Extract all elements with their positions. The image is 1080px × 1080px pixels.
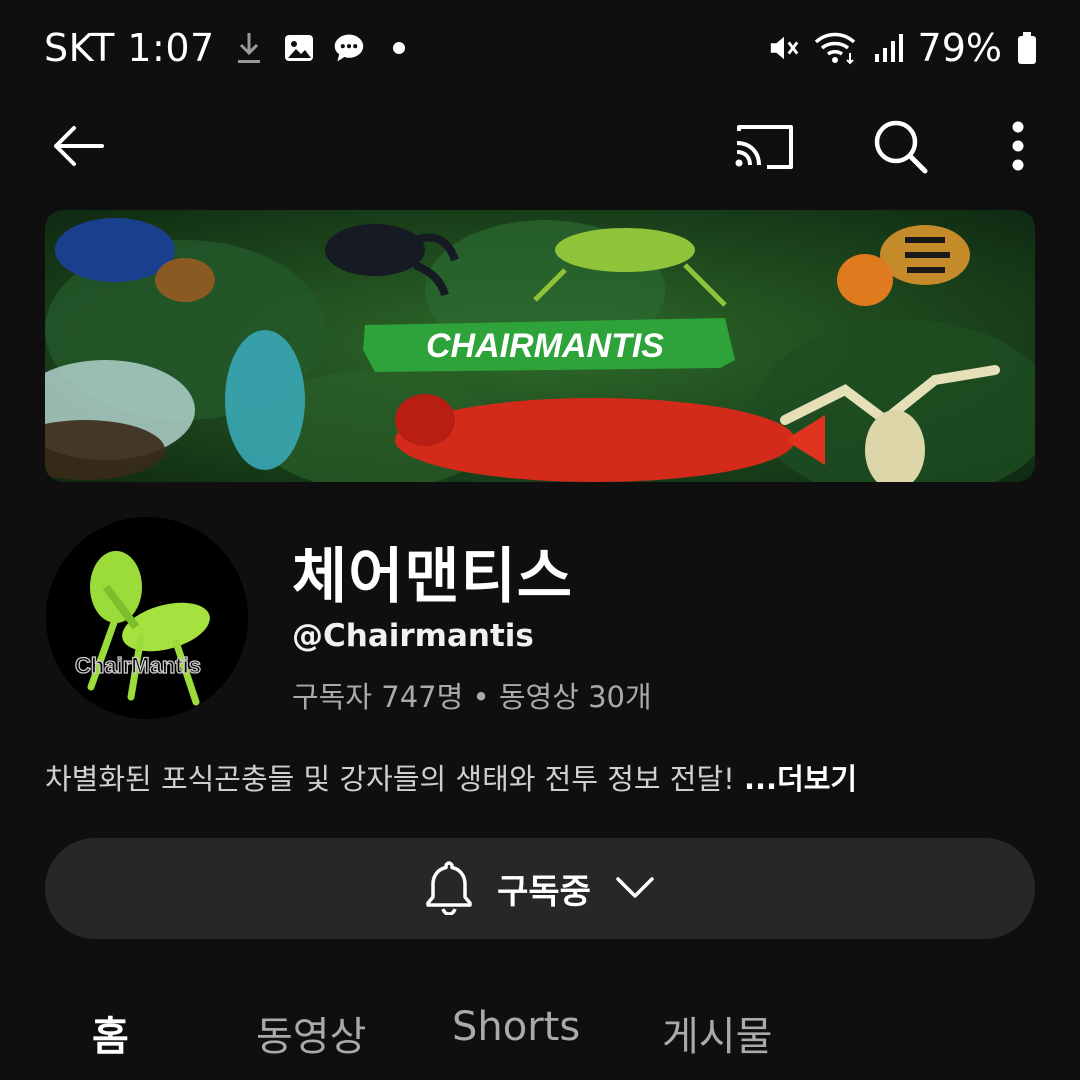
tab-shorts[interactable]: Shorts — [452, 1004, 580, 1050]
status-bar: SKT 1:07 79% — [0, 0, 1080, 100]
subscribe-label: 구독중 — [497, 872, 591, 912]
tab-posts[interactable]: 게시물 — [662, 1004, 772, 1062]
tab-videos[interactable]: 동영상 — [256, 1004, 366, 1062]
avatar-logo-text: ChairMantis — [75, 653, 201, 678]
mute-icon — [768, 32, 800, 64]
more-vert-icon[interactable] — [986, 114, 1050, 178]
channel-description[interactable]: 차별화된 포식곤충들 및 강자들의 생태와 전투 정보 전달! ...더보기 — [45, 756, 857, 798]
tab-home[interactable]: 홈 — [92, 1004, 129, 1062]
download-icon — [233, 32, 265, 64]
bell-icon — [425, 859, 473, 919]
back-arrow-icon[interactable] — [46, 114, 110, 178]
channel-tabs: 홈 동영상 Shorts 게시물 — [0, 1000, 1080, 1080]
channel-stats: 구독자 747명 • 동영상 30개 — [292, 680, 652, 714]
avatar[interactable]: ChairMantis — [46, 517, 248, 719]
battery-percent: 79% — [917, 26, 1002, 70]
search-icon[interactable] — [868, 114, 932, 178]
status-time: SKT 1:07 — [44, 26, 215, 70]
status-left: SKT 1:07 — [44, 26, 415, 70]
banner-title: CHAIRMANTIS — [426, 327, 664, 365]
status-right: 79% — [768, 26, 1038, 70]
signal-icon — [872, 32, 904, 64]
gallery-icon — [283, 32, 315, 64]
more-link[interactable]: ...더보기 — [744, 762, 857, 796]
channel-description-text: 차별화된 포식곤충들 및 강자들의 생태와 전투 정보 전달! — [45, 762, 735, 796]
channel-name: 체어맨티스 — [292, 542, 573, 612]
subscribed-button[interactable]: 구독중 — [45, 838, 1035, 939]
channel-banner: CHAIRMANTIS — [45, 210, 1035, 482]
chevron-down-icon — [615, 875, 655, 903]
wifi-icon — [814, 32, 858, 65]
cast-icon[interactable] — [732, 114, 796, 178]
dot-icon — [383, 32, 415, 64]
battery-icon — [1016, 32, 1038, 64]
message-icon — [333, 32, 365, 64]
channel-handle: @Chairmantis — [292, 618, 534, 654]
app-bar — [0, 100, 1080, 190]
